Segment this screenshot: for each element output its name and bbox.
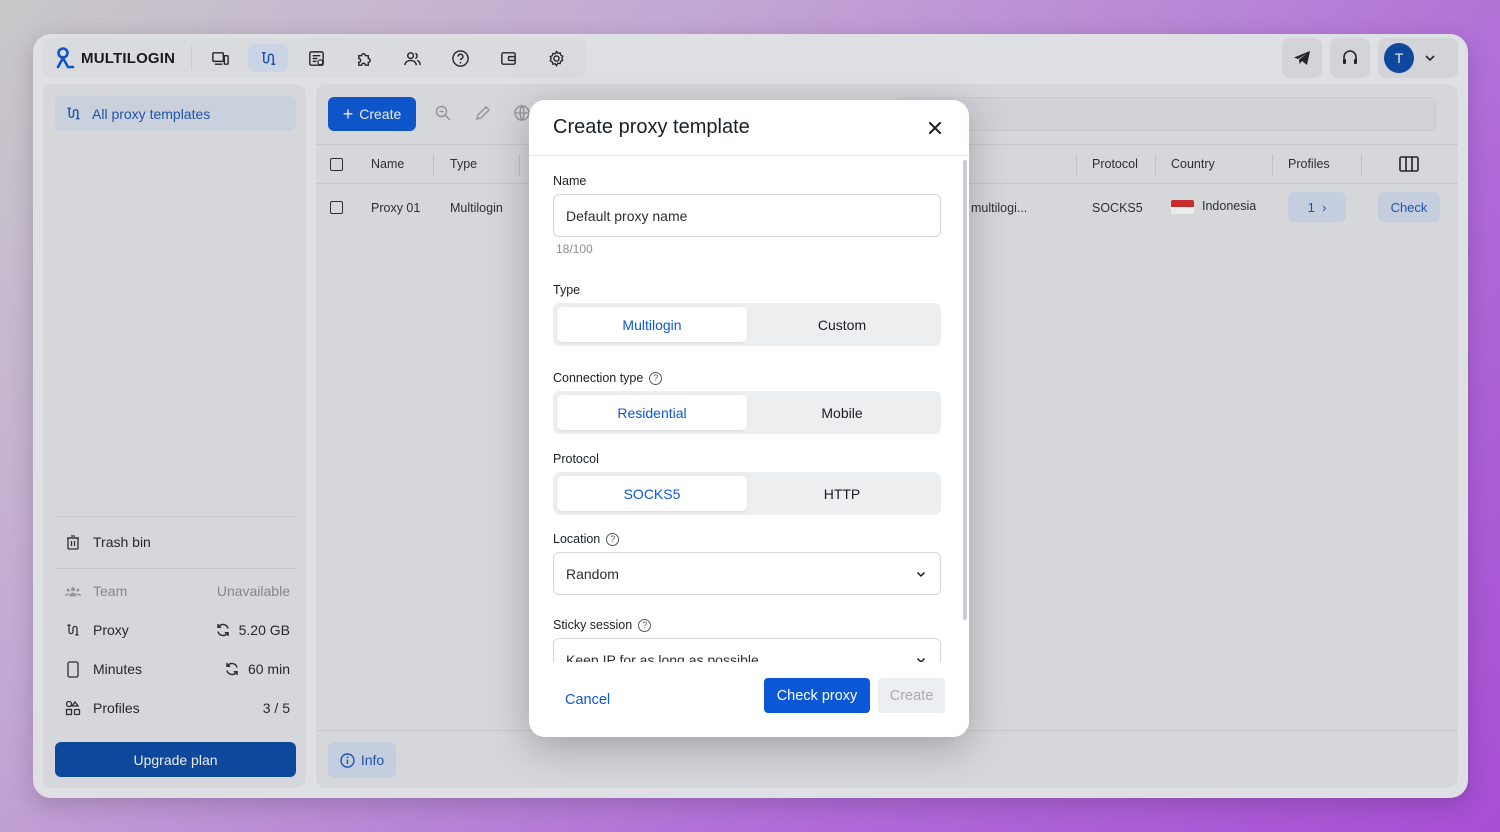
location-select[interactable]: Random xyxy=(553,552,941,595)
type-segmented-control: Multilogin Custom xyxy=(553,303,941,346)
scrollbar[interactable] xyxy=(963,160,967,620)
protocol-label: Protocol xyxy=(553,452,599,466)
location-label: Location? xyxy=(553,532,620,546)
create-proxy-template-dialog: Create proxy template Name Default proxy… xyxy=(529,100,969,737)
close-icon[interactable] xyxy=(927,120,943,136)
chevron-down-icon xyxy=(916,571,926,577)
help-icon[interactable]: ? xyxy=(606,532,620,546)
connection-option-mobile[interactable]: Mobile xyxy=(747,395,937,430)
chevron-down-icon xyxy=(916,657,926,662)
protocol-option-socks5[interactable]: SOCKS5 xyxy=(557,476,747,511)
check-proxy-button[interactable]: Check proxy xyxy=(764,678,870,713)
dialog-body[interactable]: Name Default proxy name 18/100 Type Mult… xyxy=(529,156,969,662)
type-label: Type xyxy=(553,283,581,297)
dialog-title: Create proxy template xyxy=(553,116,750,138)
help-icon[interactable]: ? xyxy=(638,618,652,632)
name-field[interactable]: Default proxy name xyxy=(553,194,941,237)
sticky-session-label: Sticky session? xyxy=(553,618,652,632)
protocol-segmented-control: SOCKS5 HTTP xyxy=(553,472,941,515)
type-option-multilogin[interactable]: Multilogin xyxy=(557,307,747,342)
create-button[interactable]: Create xyxy=(878,678,945,713)
help-icon[interactable]: ? xyxy=(649,371,663,385)
connection-type-segmented-control: Residential Mobile xyxy=(553,391,941,434)
connection-type-label: Connection type? xyxy=(553,371,663,385)
sticky-session-select[interactable]: Keep IP for as long as possible xyxy=(553,638,941,662)
cancel-button[interactable]: Cancel xyxy=(553,682,622,717)
dialog-footer: Cancel Check proxy Create xyxy=(529,662,969,737)
name-label: Name xyxy=(553,174,587,188)
type-option-custom[interactable]: Custom xyxy=(747,307,937,342)
protocol-option-http[interactable]: HTTP xyxy=(747,476,937,511)
connection-option-residential[interactable]: Residential xyxy=(557,395,747,430)
name-char-counter: 18/100 xyxy=(556,242,593,256)
